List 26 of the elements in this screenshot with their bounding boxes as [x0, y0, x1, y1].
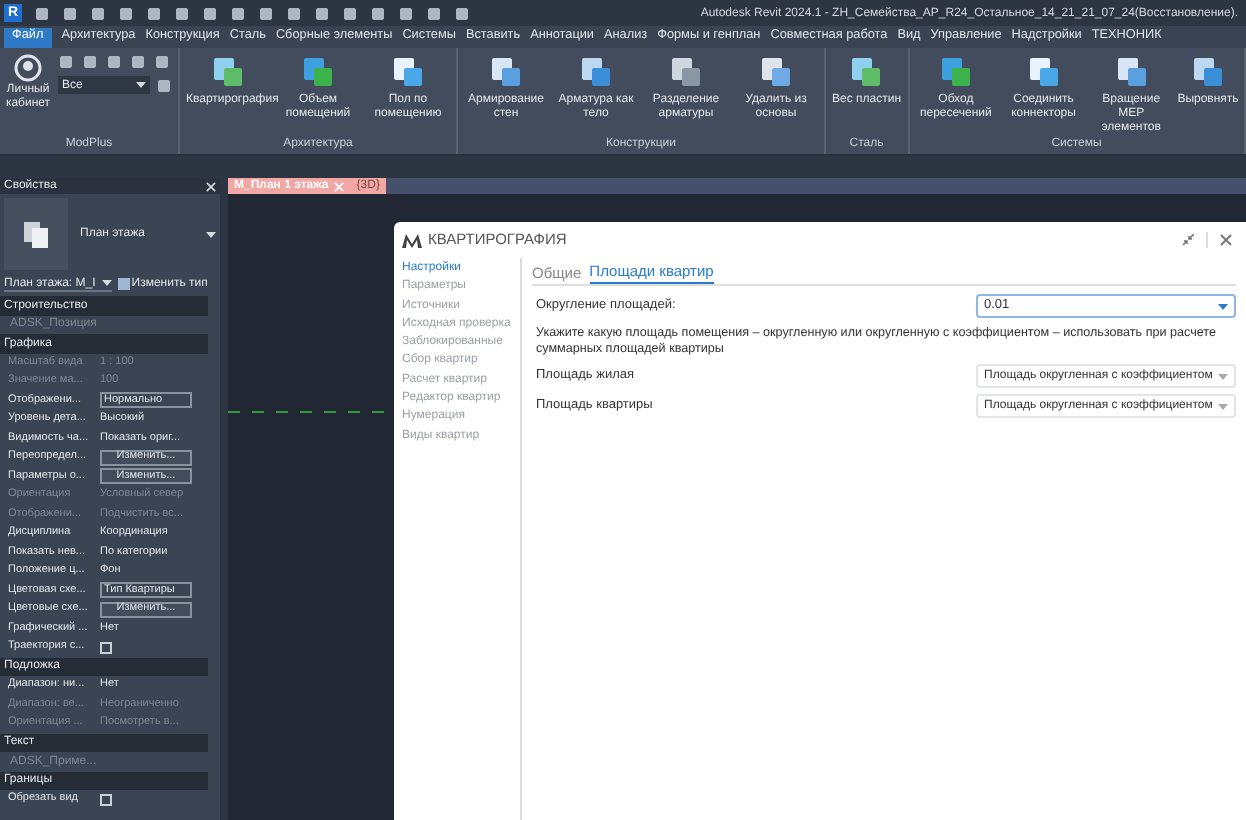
tool-icon: [848, 54, 885, 90]
logo-icon: [402, 233, 422, 247]
tool-icon: [1025, 54, 1062, 90]
tool-icon: [937, 54, 974, 90]
caret-icon: [136, 82, 146, 88]
checkbox[interactable]: [100, 793, 112, 806]
user-icon: [14, 54, 42, 82]
tool-icon: [488, 54, 524, 90]
tool-icon: [210, 54, 246, 90]
tool-icon: [300, 54, 336, 90]
checkbox[interactable]: [100, 641, 112, 654]
caret-icon: [1218, 303, 1228, 309]
tool-icon: [1190, 54, 1226, 90]
grid-icon: [117, 278, 130, 290]
caret-icon: [1218, 373, 1228, 379]
sheets-icon: [22, 220, 50, 248]
tool-icon: [578, 54, 614, 90]
tool-icon: [668, 54, 704, 90]
collapse-icon[interactable]: [1182, 234, 1194, 246]
close-icon[interactable]: [1220, 234, 1232, 246]
caret-icon: [1218, 403, 1228, 409]
tool-icon: [758, 54, 794, 90]
tool-icon: [390, 54, 426, 90]
caret-icon: [206, 231, 216, 237]
tool-icon: [1113, 54, 1150, 90]
caret-icon: [101, 280, 112, 286]
